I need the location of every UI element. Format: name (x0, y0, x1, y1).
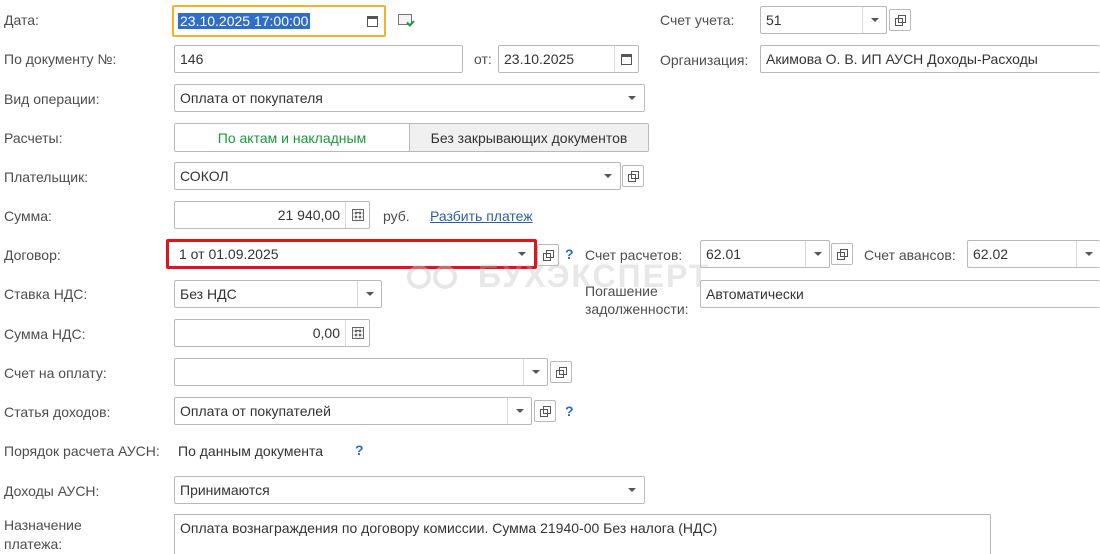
advance-account-label: Счет авансов: (864, 247, 956, 263)
doc-date-field[interactable]: 23.10.2025 (498, 45, 639, 73)
chevron-down-icon[interactable] (805, 241, 829, 267)
amount-label: Сумма: (4, 208, 52, 224)
chevron-down-icon[interactable] (1076, 241, 1100, 267)
settlement-no-docs-option[interactable]: Без закрывающих документов (409, 124, 648, 151)
account-value: 51 (766, 12, 782, 28)
payer-label: Плательщик: (4, 169, 89, 185)
chevron-down-icon[interactable] (620, 477, 644, 503)
chevron-down-icon[interactable] (507, 398, 531, 424)
doc-no-value: 146 (180, 51, 204, 67)
open-icon (540, 406, 551, 417)
doc-date-value: 23.10.2025 (504, 51, 575, 67)
open-icon (895, 15, 906, 26)
settle-account-field[interactable]: 62.01 (700, 240, 830, 268)
amount-field[interactable]: 21 940,00 (174, 201, 370, 229)
income-item-help-icon[interactable]: ? (565, 403, 574, 419)
calendar-icon[interactable] (360, 7, 384, 35)
open-icon (837, 249, 848, 260)
chevron-down-icon[interactable] (862, 7, 886, 33)
ausn-income-value: Принимаются (180, 482, 270, 498)
organization-value: Акимова О. В. ИП АУСН Доходы-Расходы (766, 51, 1038, 67)
doc-no-field[interactable]: 146 (174, 45, 463, 73)
open-icon (628, 171, 639, 182)
operation-value: Оплата от покупателя (180, 90, 323, 106)
settlements-toggle[interactable]: По актам и накладным Без закрывающих док… (174, 123, 649, 152)
ausn-order-label: Порядок расчета АУСН: (4, 443, 160, 459)
payer-value: СОКОЛ (180, 168, 229, 184)
vat-rate-label: Ставка НДС: (4, 286, 88, 302)
operation-select[interactable]: Оплата от покупателя (174, 84, 645, 112)
payer-field[interactable]: СОКОЛ (174, 162, 621, 190)
settle-account-value: 62.01 (706, 246, 742, 262)
from-label: от: (474, 51, 492, 67)
ausn-order-value: По данным документа (178, 443, 323, 459)
ausn-income-select[interactable]: Принимаются (174, 476, 645, 504)
ausn-income-label: Доходы АУСН: (4, 483, 100, 499)
account-open-button[interactable] (889, 9, 911, 31)
date-field[interactable]: 23.10.2025 17:00:00 (172, 5, 386, 37)
purpose-label-line2: платежа: (4, 536, 63, 552)
advance-account-field[interactable]: 62.02 (967, 240, 1100, 268)
watermark-logo (407, 265, 457, 289)
advance-account-value: 62.02 (973, 246, 1009, 262)
currency-label: руб. (383, 208, 410, 224)
account-label: Счет учета: (660, 12, 735, 28)
open-icon (556, 367, 567, 378)
vat-amount-field[interactable]: 0,00 (174, 319, 370, 347)
vat-rate-value: Без НДС (180, 286, 237, 302)
doc-no-label: По документу №: (4, 51, 117, 67)
calendar-icon[interactable] (614, 46, 638, 72)
settle-account-open-button[interactable] (831, 243, 853, 265)
watermark-text: БУХЭКСПЕРТ (478, 258, 711, 294)
purpose-textarea[interactable]: Оплата вознаграждения по договору комисс… (174, 514, 991, 554)
purpose-value: Оплата вознаграждения по договору комисс… (180, 520, 718, 536)
date-label: Дата: (4, 12, 39, 28)
settlement-by-acts-option[interactable]: По актам и накладным (175, 124, 409, 151)
chevron-down-icon[interactable] (523, 359, 547, 385)
chevron-down-icon[interactable] (620, 85, 644, 111)
contract-value: 1 от 01.09.2025 (179, 246, 279, 262)
settlements-label: Расчеты: (4, 130, 63, 146)
chevron-down-icon[interactable] (596, 163, 620, 189)
income-item-label: Статья доходов: (4, 404, 111, 420)
purpose-label-line1: Назначение (4, 517, 82, 533)
date-value: 23.10.2025 17:00:00 (178, 13, 311, 29)
repayment-select[interactable]: Автоматически (700, 280, 1100, 308)
calculator-icon[interactable] (345, 320, 369, 346)
invoice-field[interactable] (174, 358, 548, 386)
amount-value: 21 940,00 (277, 207, 340, 223)
chevron-down-icon[interactable] (357, 281, 381, 307)
income-item-open-button[interactable] (534, 400, 556, 422)
repayment-label-line2: задолженности: (585, 301, 689, 317)
income-item-value: Оплата от покупателей (180, 403, 331, 419)
vat-amount-value: 0,00 (312, 325, 340, 341)
organization-field[interactable]: Акимова О. В. ИП АУСН Доходы-Расходы (760, 45, 1100, 73)
repayment-value: Автоматически (706, 286, 804, 302)
calculator-icon[interactable] (345, 202, 369, 228)
payer-open-button[interactable] (622, 165, 644, 187)
contract-label: Договор: (4, 247, 61, 263)
operation-label: Вид операции: (4, 91, 100, 107)
ausn-order-help-icon[interactable]: ? (355, 442, 364, 458)
invoice-open-button[interactable] (550, 361, 572, 383)
split-payment-link[interactable]: Разбить платеж (430, 208, 533, 224)
comment-icon[interactable] (398, 14, 415, 27)
organization-label: Организация: (660, 52, 749, 68)
vat-amount-label: Сумма НДС: (4, 326, 86, 342)
invoice-label: Счет на оплату: (4, 365, 107, 381)
vat-rate-select[interactable]: Без НДС (174, 280, 382, 308)
income-item-field[interactable]: Оплата от покупателей (174, 397, 532, 425)
account-field[interactable]: 51 (760, 6, 887, 34)
